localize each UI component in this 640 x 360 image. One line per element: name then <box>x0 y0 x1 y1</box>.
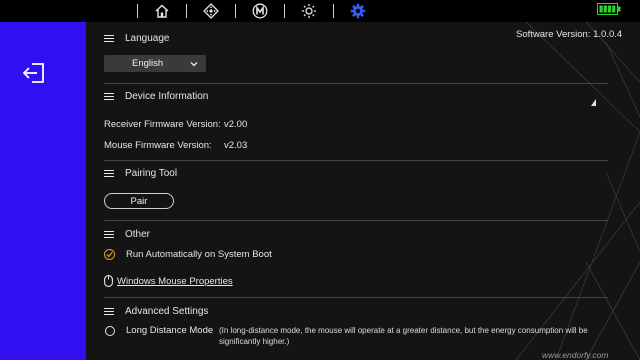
divider <box>104 220 608 221</box>
section-title-language: Language <box>125 33 170 44</box>
autostart-checkbox[interactable] <box>104 249 115 260</box>
long-distance-note: (In long-distance mode, the mouse will o… <box>219 326 588 346</box>
long-distance-label: Long Distance Mode <box>126 325 214 336</box>
receiver-firmware-row: Receiver Firmware Version: v2.00 <box>104 119 247 130</box>
section-language: Language <box>104 33 170 44</box>
language-select-value: English <box>132 58 164 69</box>
chevron-down-icon <box>190 61 198 66</box>
top-nav-bar <box>0 0 640 22</box>
software-version: Software Version: 1.0.0.4 <box>516 29 622 40</box>
pair-button[interactable]: Pair <box>104 193 174 209</box>
nav-home-button[interactable] <box>138 0 186 22</box>
macro-icon <box>252 3 268 19</box>
nav-macro-button[interactable] <box>236 0 284 22</box>
divider <box>104 160 608 161</box>
list-icon <box>104 169 114 178</box>
windows-mouse-properties[interactable]: Windows Mouse Properties <box>104 275 233 287</box>
watermark: www.endorfy.com <box>542 350 609 360</box>
receiver-firmware-label: Receiver Firmware Version: <box>104 119 221 130</box>
section-title-other: Other <box>125 229 151 240</box>
section-advanced-settings: Advanced Settings <box>104 306 208 317</box>
mouse-firmware-label: Mouse Firmware Version: <box>104 140 212 151</box>
long-distance-radio[interactable] <box>105 325 115 336</box>
list-icon <box>104 230 114 239</box>
receiver-firmware-value: v2.00 <box>224 119 248 130</box>
home-icon <box>155 4 169 18</box>
section-title-device-information: Device Information <box>125 91 209 102</box>
sun-icon <box>302 4 316 18</box>
divider <box>104 297 608 298</box>
mouse-icon <box>104 275 113 287</box>
software-version-value: 1.0.0.4 <box>593 29 623 40</box>
section-pairing-tool: Pairing Tool <box>104 168 177 179</box>
section-other: Other <box>104 229 150 240</box>
list-icon <box>104 92 114 101</box>
main-nav <box>137 0 382 22</box>
nav-lighting-button[interactable] <box>285 0 333 22</box>
back-arrow-icon[interactable] <box>22 62 46 84</box>
mouse-firmware-row: Mouse Firmware Version: v2.03 <box>104 140 247 151</box>
software-version-label: Software Version: <box>516 29 591 40</box>
sidebar <box>0 22 86 360</box>
section-device-information: Device Information <box>104 91 208 102</box>
language-select[interactable]: English <box>104 55 206 72</box>
nav-settings-button[interactable] <box>334 0 382 22</box>
nav-dpad-button[interactable] <box>187 0 235 22</box>
checkmark-icon <box>106 252 113 258</box>
windows-mouse-properties-link[interactable]: Windows Mouse Properties <box>117 276 233 287</box>
list-icon <box>104 307 114 316</box>
divider <box>104 83 608 84</box>
gear-icon <box>350 3 366 19</box>
battery-icon <box>597 3 621 15</box>
list-icon <box>104 34 114 43</box>
settings-panel: Software Version: 1.0.0.4 Language Engli… <box>86 22 640 360</box>
long-distance-option[interactable]: Long Distance Mode <box>104 325 213 336</box>
section-title-advanced-settings: Advanced Settings <box>125 306 209 317</box>
mouse-firmware-value: v2.03 <box>224 140 248 151</box>
autostart-option[interactable]: Run Automatically on System Boot <box>104 249 272 260</box>
section-title-pairing-tool: Pairing Tool <box>125 168 178 179</box>
autostart-label: Run Automatically on System Boot <box>126 249 272 260</box>
dpad-icon <box>203 3 219 19</box>
